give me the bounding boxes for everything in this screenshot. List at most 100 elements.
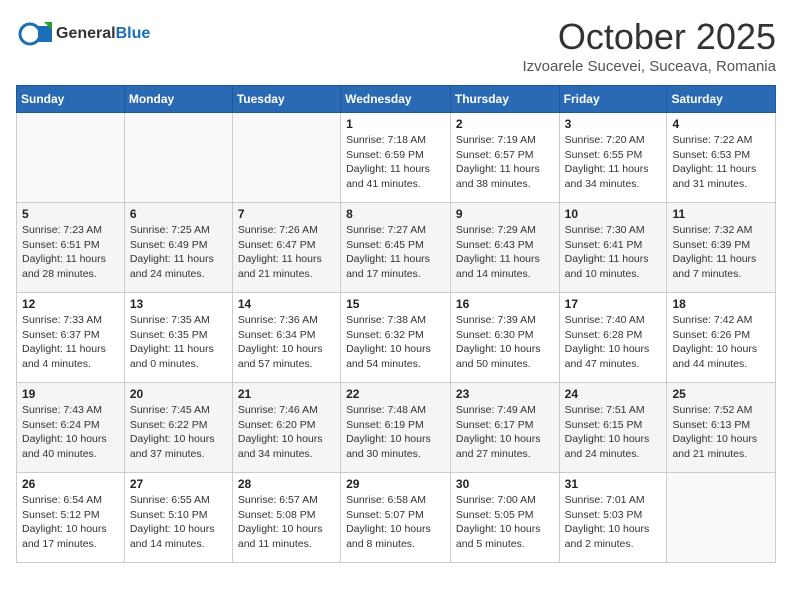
day-info: Sunrise: 7:32 AM Sunset: 6:39 PM Dayligh… — [672, 223, 770, 282]
day-info: Sunrise: 7:38 AM Sunset: 6:32 PM Dayligh… — [346, 313, 445, 372]
day-info: Sunrise: 6:54 AM Sunset: 5:12 PM Dayligh… — [22, 493, 119, 552]
day-info: Sunrise: 7:26 AM Sunset: 6:47 PM Dayligh… — [238, 223, 335, 282]
calendar-cell: 11 Sunrise: 7:32 AM Sunset: 6:39 PM Dayli… — [667, 203, 776, 293]
day-info: Sunrise: 7:29 AM Sunset: 6:43 PM Dayligh… — [456, 223, 554, 282]
day-info: Sunrise: 7:35 AM Sunset: 6:35 PM Dayligh… — [130, 313, 227, 372]
day-info: Sunrise: 7:01 AM Sunset: 5:03 PM Dayligh… — [565, 493, 662, 552]
weekday-header-tuesday: Tuesday — [232, 86, 340, 113]
weekday-header-saturday: Saturday — [667, 86, 776, 113]
day-number: 4 — [672, 117, 770, 131]
weekday-header-friday: Friday — [559, 86, 667, 113]
calendar-cell: 13 Sunrise: 7:35 AM Sunset: 6:35 PM Dayli… — [124, 293, 232, 383]
calendar-cell: 12 Sunrise: 7:33 AM Sunset: 6:37 PM Dayli… — [17, 293, 125, 383]
day-number: 29 — [346, 477, 445, 491]
calendar-cell: 22 Sunrise: 7:48 AM Sunset: 6:19 PM Dayli… — [341, 383, 451, 473]
day-number: 5 — [22, 207, 119, 221]
day-info: Sunrise: 7:52 AM Sunset: 6:13 PM Dayligh… — [672, 403, 770, 462]
calendar-cell: 9 Sunrise: 7:29 AM Sunset: 6:43 PM Daylig… — [450, 203, 559, 293]
calendar-cell — [17, 113, 125, 203]
day-number: 14 — [238, 297, 335, 311]
weekday-header-wednesday: Wednesday — [341, 86, 451, 113]
day-number: 28 — [238, 477, 335, 491]
calendar-cell: 4 Sunrise: 7:22 AM Sunset: 6:53 PM Daylig… — [667, 113, 776, 203]
day-info: Sunrise: 7:39 AM Sunset: 6:30 PM Dayligh… — [456, 313, 554, 372]
calendar-cell: 19 Sunrise: 7:43 AM Sunset: 6:24 PM Dayli… — [17, 383, 125, 473]
weekday-header-monday: Monday — [124, 86, 232, 113]
calendar-cell: 21 Sunrise: 7:46 AM Sunset: 6:20 PM Dayli… — [232, 383, 340, 473]
day-info: Sunrise: 7:33 AM Sunset: 6:37 PM Dayligh… — [22, 313, 119, 372]
day-number: 23 — [456, 387, 554, 401]
logo-blue: Blue — [116, 25, 151, 42]
calendar-cell: 10 Sunrise: 7:30 AM Sunset: 6:41 PM Dayli… — [559, 203, 667, 293]
calendar-cell: 24Sunrise: 7:51 AM Sunset: 6:15 PM Dayli… — [559, 383, 667, 473]
day-info: Sunrise: 7:20 AM Sunset: 6:55 PM Dayligh… — [565, 133, 662, 192]
day-info: Sunrise: 7:30 AM Sunset: 6:41 PM Dayligh… — [565, 223, 662, 282]
day-info: Sunrise: 7:40 AM Sunset: 6:28 PM Dayligh… — [565, 313, 662, 372]
day-number: 11 — [672, 207, 770, 221]
logo-icon — [16, 16, 52, 52]
day-number: 3 — [565, 117, 662, 131]
day-info: Sunrise: 7:48 AM Sunset: 6:19 PM Dayligh… — [346, 403, 445, 462]
calendar-cell: 3 Sunrise: 7:20 AM Sunset: 6:55 PM Daylig… — [559, 113, 667, 203]
calendar-cell: 26Sunrise: 6:54 AM Sunset: 5:12 PM Dayli… — [17, 473, 125, 563]
day-number: 24 — [565, 387, 662, 401]
day-number: 10 — [565, 207, 662, 221]
weekday-header-sunday: Sunday — [17, 86, 125, 113]
calendar-cell: 2Sunrise: 7:19 AM Sunset: 6:57 PM Daylig… — [450, 113, 559, 203]
day-number: 9 — [456, 207, 554, 221]
calendar-cell: 17Sunrise: 7:40 AM Sunset: 6:28 PM Dayli… — [559, 293, 667, 383]
day-info: Sunrise: 7:27 AM Sunset: 6:45 PM Dayligh… — [346, 223, 445, 282]
day-info: Sunrise: 6:58 AM Sunset: 5:07 PM Dayligh… — [346, 493, 445, 552]
calendar-week-row: 26Sunrise: 6:54 AM Sunset: 5:12 PM Dayli… — [17, 473, 776, 563]
day-info: Sunrise: 7:36 AM Sunset: 6:34 PM Dayligh… — [238, 313, 335, 372]
day-info: Sunrise: 7:49 AM Sunset: 6:17 PM Dayligh… — [456, 403, 554, 462]
calendar-cell: 6Sunrise: 7:25 AM Sunset: 6:49 PM Daylig… — [124, 203, 232, 293]
day-number: 13 — [130, 297, 227, 311]
day-number: 22 — [346, 387, 445, 401]
page-header: GeneralBlue October 2025 Izvoarele Sucev… — [16, 16, 776, 75]
day-number: 6 — [130, 207, 227, 221]
calendar-cell: 14 Sunrise: 7:36 AM Sunset: 6:34 PM Dayli… — [232, 293, 340, 383]
day-info: Sunrise: 6:57 AM Sunset: 5:08 PM Dayligh… — [238, 493, 335, 552]
weekday-header-row: SundayMondayTuesdayWednesdayThursdayFrid… — [17, 86, 776, 113]
calendar-cell — [667, 473, 776, 563]
calendar-cell: 15Sunrise: 7:38 AM Sunset: 6:32 PM Dayli… — [341, 293, 451, 383]
calendar-cell: 23 Sunrise: 7:49 AM Sunset: 6:17 PM Dayli… — [450, 383, 559, 473]
day-number: 12 — [22, 297, 119, 311]
calendar-cell: 7 Sunrise: 7:26 AM Sunset: 6:47 PM Daylig… — [232, 203, 340, 293]
day-info: Sunrise: 7:00 AM Sunset: 5:05 PM Dayligh… — [456, 493, 554, 552]
calendar-table: SundayMondayTuesdayWednesdayThursdayFrid… — [16, 85, 776, 563]
day-number: 20 — [130, 387, 227, 401]
day-info: Sunrise: 7:46 AM Sunset: 6:20 PM Dayligh… — [238, 403, 335, 462]
day-number: 8 — [346, 207, 445, 221]
day-number: 18 — [672, 297, 770, 311]
day-number: 7 — [238, 207, 335, 221]
day-info: Sunrise: 7:42 AM Sunset: 6:26 PM Dayligh… — [672, 313, 770, 372]
calendar-cell: 16Sunrise: 7:39 AM Sunset: 6:30 PM Dayli… — [450, 293, 559, 383]
calendar-cell: 25Sunrise: 7:52 AM Sunset: 6:13 PM Dayli… — [667, 383, 776, 473]
day-info: Sunrise: 7:23 AM Sunset: 6:51 PM Dayligh… — [22, 223, 119, 282]
title-block: October 2025 Izvoarele Sucevei, Suceava,… — [523, 16, 776, 75]
day-info: Sunrise: 7:45 AM Sunset: 6:22 PM Dayligh… — [130, 403, 227, 462]
day-number: 31 — [565, 477, 662, 491]
weekday-header-thursday: Thursday — [450, 86, 559, 113]
day-info: Sunrise: 7:22 AM Sunset: 6:53 PM Dayligh… — [672, 133, 770, 192]
logo-general: General — [56, 25, 116, 42]
calendar-week-row: 19 Sunrise: 7:43 AM Sunset: 6:24 PM Dayli… — [17, 383, 776, 473]
day-number: 27 — [130, 477, 227, 491]
calendar-week-row: 1Sunrise: 7:18 AM Sunset: 6:59 PM Daylig… — [17, 113, 776, 203]
day-number: 2 — [456, 117, 554, 131]
calendar-week-row: 12 Sunrise: 7:33 AM Sunset: 6:37 PM Dayli… — [17, 293, 776, 383]
calendar-cell: 31 Sunrise: 7:01 AM Sunset: 5:03 PM Dayli… — [559, 473, 667, 563]
calendar-cell: 1Sunrise: 7:18 AM Sunset: 6:59 PM Daylig… — [341, 113, 451, 203]
calendar-cell: 28 Sunrise: 6:57 AM Sunset: 5:08 PM Dayli… — [232, 473, 340, 563]
calendar-cell: 5 Sunrise: 7:23 AM Sunset: 6:51 PM Daylig… — [17, 203, 125, 293]
logo: GeneralBlue — [16, 16, 150, 52]
calendar-cell: 8 Sunrise: 7:27 AM Sunset: 6:45 PM Daylig… — [341, 203, 451, 293]
day-info: Sunrise: 7:18 AM Sunset: 6:59 PM Dayligh… — [346, 133, 445, 192]
day-number: 21 — [238, 387, 335, 401]
day-info: Sunrise: 7:43 AM Sunset: 6:24 PM Dayligh… — [22, 403, 119, 462]
month-title: October 2025 — [523, 16, 776, 58]
day-number: 19 — [22, 387, 119, 401]
day-info: Sunrise: 6:55 AM Sunset: 5:10 PM Dayligh… — [130, 493, 227, 552]
